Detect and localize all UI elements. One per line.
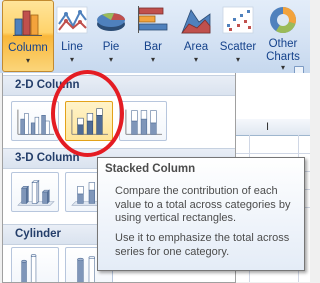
bar-chart-label: Bar	[132, 40, 174, 54]
chart-type-tooltip: Stacked Column Compare the contribution …	[97, 157, 305, 271]
percent-stacked-column-icon	[120, 102, 166, 140]
other-charts-label-line1: Other	[260, 38, 306, 51]
pie-chart-label: Pie	[92, 40, 130, 54]
pie-chart-icon	[94, 4, 128, 36]
3d-clustered-column-icon	[12, 173, 58, 211]
scatter-chart-label: Scatter	[216, 40, 260, 54]
scatter-chart-button[interactable]: Scatter ▾	[216, 0, 260, 72]
grid-line	[234, 153, 310, 154]
pie-chart-button[interactable]: Pie ▾	[92, 0, 130, 72]
other-charts-button[interactable]: Other Charts ▾	[260, 0, 306, 72]
clustered-cylinder-option[interactable]	[11, 247, 59, 283]
percent-stacked-column-option[interactable]	[119, 101, 167, 141]
column-header-i: I	[266, 119, 269, 135]
column-chart-icon	[11, 5, 45, 37]
tooltip-title: Stacked Column	[105, 163, 195, 175]
line-chart-button[interactable]: Line ▾	[52, 0, 92, 72]
line-chart-icon	[55, 4, 89, 36]
area-chart-icon	[179, 4, 213, 36]
bar-chart-icon	[136, 4, 170, 36]
chevron-down-icon: ▾	[92, 55, 130, 65]
tooltip-description: Compare the contribution of each value t…	[115, 185, 301, 226]
column-chart-label: Column	[3, 41, 53, 55]
3d-clustered-column-option[interactable]	[11, 172, 59, 212]
area-chart-button[interactable]: Area ▾	[176, 0, 216, 72]
doughnut-chart-icon	[266, 4, 300, 36]
chevron-down-icon: ▾	[3, 56, 53, 66]
line-chart-label: Line	[52, 40, 92, 54]
chevron-down-icon: ▾	[52, 55, 92, 65]
tooltip-usage-hint: Use it to emphasize the total across ser…	[115, 232, 301, 259]
other-charts-label: Other Charts	[260, 38, 306, 64]
charts-ribbon-group: Column ▾ Line ▾ Pie ▾ Bar	[0, 0, 310, 73]
chevron-down-icon: ▾	[176, 55, 216, 65]
chevron-down-icon: ▾	[132, 55, 174, 65]
chevron-down-icon: ▾	[216, 55, 260, 65]
column-chart-button[interactable]: Column ▾	[2, 0, 54, 72]
clustered-cylinder-icon	[12, 248, 58, 283]
bar-chart-button[interactable]: Bar ▾	[132, 0, 174, 72]
scatter-chart-icon	[221, 4, 255, 36]
highlight-circle	[51, 70, 124, 157]
column-header-row	[234, 119, 310, 136]
area-chart-label: Area	[176, 40, 216, 54]
